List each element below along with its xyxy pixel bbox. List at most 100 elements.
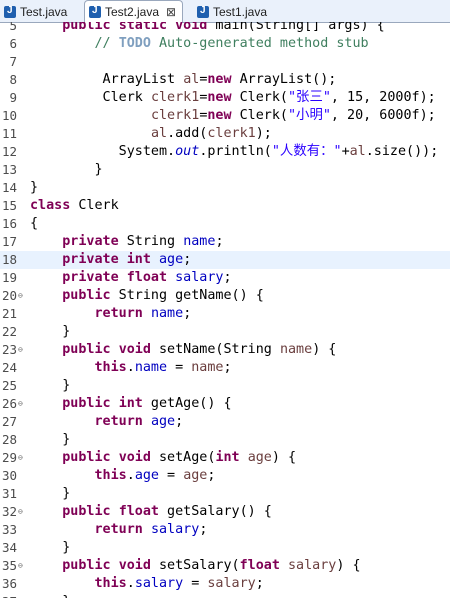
line-number: 12 [1,144,17,159]
fold-collapse-icon[interactable]: ⊖ [18,507,23,516]
code-text: ArrayList al=new ArrayList(); [30,71,337,89]
code-line[interactable]: 29 ⊖ public void setAge(int age) { [0,449,450,467]
code-line[interactable]: 28 } [0,431,450,449]
code-line[interactable]: 8 ArrayList al=new ArrayList(); [0,71,450,89]
code-token: return [94,306,143,321]
code-line[interactable]: 19 private float salary; [0,269,450,287]
code-line[interactable]: 35 ⊖ public void setSalary(float salary) … [0,557,450,575]
code-line[interactable]: 24 this.name = name; [0,359,450,377]
code-line[interactable]: 22 } [0,323,450,341]
line-number: 15 [1,198,17,213]
code-token: = [159,468,184,483]
code-token: } [30,486,71,501]
code-token: float [239,558,280,573]
code-line[interactable]: 20 ⊖ public String getName() { [0,287,450,305]
code-line[interactable]: 7 [0,53,450,71]
line-number: 34 [1,540,17,555]
tab-test1-java[interactable]: Test1.java [193,2,273,21]
code-line[interactable]: 11 al.add(clerk1); [0,125,450,143]
code-line[interactable]: 26 ⊖ public int getAge() { [0,395,450,413]
code-line[interactable]: 36 this.salary = salary; [0,575,450,593]
code-token: age [150,414,176,429]
code-line[interactable]: 34 } [0,539,450,557]
code-token: + [341,144,350,159]
code-token: .add( [167,126,208,141]
fold-collapse-icon[interactable]: ⊖ [18,345,23,354]
line-number: 9 [9,90,17,105]
code-token: ) { [271,450,297,465]
code-text: return age; [30,413,184,431]
code-line[interactable]: 6 // TODO Auto-generated method stub [0,35,450,53]
code-token: setSalary( [150,558,240,573]
code-token: Auto-generated method stub [150,36,369,51]
code-token: clerk1 [150,108,200,123]
line-number: 22 [1,324,17,339]
code-line[interactable]: 10 clerk1=new Clerk("小明", 20, 6000f); [0,107,450,125]
fold-collapse-icon[interactable]: ⊖ [18,453,23,462]
code-line[interactable]: 14} [0,179,450,197]
code-line[interactable]: 16 { [0,215,450,233]
code-token: name [150,306,184,321]
code-token: out [175,144,200,159]
code-token: Clerk [30,90,151,105]
code-line[interactable]: 33 return salary; [0,521,450,539]
code-line[interactable]: 31 } [0,485,450,503]
fold-collapse-icon[interactable]: ⊖ [18,399,23,408]
code-line[interactable]: 27 return age; [0,413,450,431]
code-line[interactable]: 25 } [0,377,450,395]
line-number: 26 [1,396,17,411]
code-token: ; [215,234,224,249]
code-line[interactable]: 9 Clerk clerk1=new Clerk("张三", 15, 2000f… [0,89,450,107]
code-line[interactable]: 15 class Clerk [0,197,450,215]
code-token: private [62,252,119,267]
code-token: } [30,540,71,555]
line-number: 8 [9,72,17,87]
code-line[interactable]: 17 private String name; [0,233,450,251]
code-editor[interactable]: 5 public static void main(String[] args)… [0,22,450,598]
code-token: , 15, 2000f); [330,90,436,105]
code-line[interactable]: 5 public static void main(String[] args)… [0,22,450,35]
code-line[interactable]: 21 return name; [0,305,450,323]
code-text: return salary; [30,521,208,539]
code-line[interactable]: 32 ⊖ public float getSalary() { [0,503,450,521]
fold-collapse-icon[interactable]: ⊖ [18,561,23,570]
code-line[interactable]: 23 ⊖ public void setName(String name) { [0,341,450,359]
line-number: 5 [9,22,17,33]
code-token: salary [207,576,256,591]
line-number: 28 [1,432,17,447]
code-line[interactable]: 30 this.age = age; [0,467,450,485]
code-token: ; [199,522,208,537]
code-token: getSalary() { [159,504,272,519]
code-token: . [126,576,135,591]
code-token: return [94,414,143,429]
editor-tab-bar: Test.java Test2.java ⊠ Test1.java [0,0,450,23]
line-number: 30 [1,468,17,483]
code-text: al.add(clerk1); [30,125,272,143]
code-line[interactable]: 18 private int age; [0,251,450,269]
fold-collapse-icon[interactable]: ⊖ [18,291,23,300]
code-token: salary [134,576,184,591]
code-token: "小明" [288,108,331,123]
code-text: // TODO Auto-generated method stub [30,35,369,53]
code-token: ; [175,414,184,429]
code-token: . [126,468,135,483]
code-line[interactable]: 37 } [0,593,450,598]
close-tab-icon[interactable]: ⊠ [166,5,176,19]
line-number: 21 [1,306,17,321]
code-line[interactable]: 13 } [0,161,450,179]
code-line[interactable]: 12 System.out.println("人数有："+al.size()); [0,143,450,161]
tab-test2-java[interactable]: Test2.java ⊠ [84,0,184,23]
tab-test-java[interactable]: Test.java [0,2,73,21]
code-text: } [30,431,70,449]
